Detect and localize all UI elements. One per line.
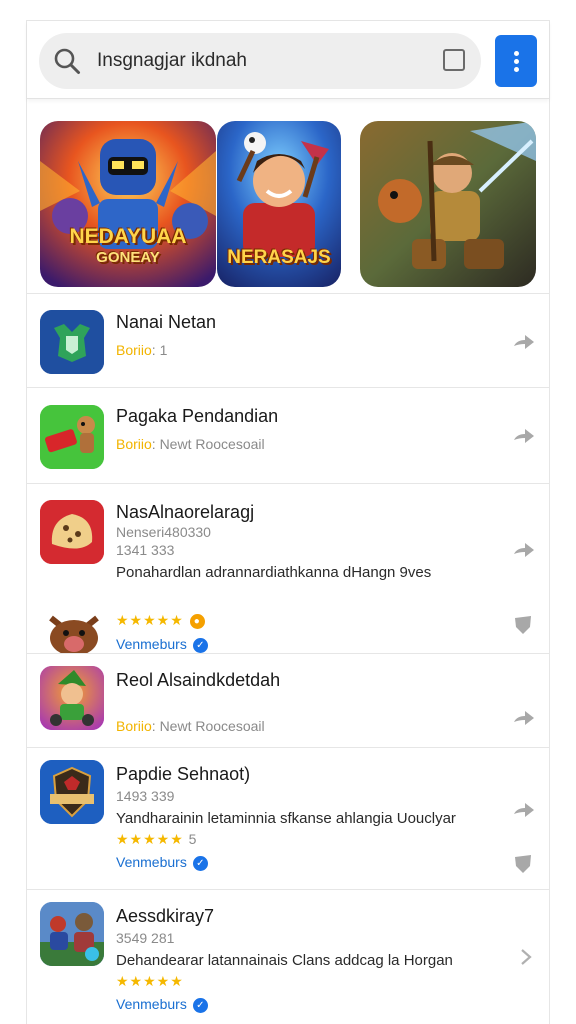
cookie-icon bbox=[40, 500, 104, 564]
app-meta: Boriio: Newt Roocesoail bbox=[116, 436, 265, 452]
stars: ★★★★★ bbox=[116, 973, 184, 989]
more-vert-icon[interactable] bbox=[495, 35, 537, 87]
verified-icon: ✓ bbox=[192, 855, 208, 871]
banner-game-2[interactable]: NERASAJS bbox=[217, 121, 341, 287]
top-bar: Insgnagjar ikdnah bbox=[27, 21, 549, 99]
app-icon[interactable] bbox=[40, 310, 104, 374]
boar-icon bbox=[45, 608, 103, 658]
search-query[interactable]: Insgnagjar ikdnah bbox=[97, 50, 247, 72]
share-arrow-icon[interactable] bbox=[513, 710, 535, 728]
app-description: Ponahardlan adrannardiathkanna dHangn 9v… bbox=[116, 564, 432, 581]
share-arrow-icon[interactable] bbox=[513, 802, 535, 820]
elf-character-icon bbox=[40, 666, 104, 730]
app-tag: Boriio bbox=[116, 718, 152, 734]
app-description: Yandharainin letaminnia sfkanse ahlangia… bbox=[116, 810, 456, 827]
app-store-screen: Insgnagjar ikdnah NEDAYUAA GONEAY NERASA… bbox=[26, 20, 550, 1024]
search-bar[interactable]: Insgnagjar ikdnah bbox=[39, 33, 481, 89]
developer[interactable]: Venmeburs ✓ bbox=[116, 854, 208, 871]
crest-icon bbox=[40, 760, 104, 824]
rating-stars: ★★★★★ 5 bbox=[116, 831, 197, 848]
stars: ★★★★★ bbox=[116, 831, 184, 847]
app-icon[interactable] bbox=[40, 666, 104, 730]
banner-subtitle: GONEAY bbox=[96, 249, 160, 266]
square-icon[interactable] bbox=[443, 49, 465, 71]
rating-value: 5 bbox=[188, 831, 198, 847]
app-tag: Boriio bbox=[116, 342, 152, 358]
banner-game-1[interactable]: NEDAYUAA GONEAY bbox=[40, 121, 216, 287]
app-name[interactable]: NasAlnaorelaragj bbox=[116, 502, 254, 523]
app-name[interactable]: Pagaka Pendandian bbox=[116, 406, 278, 427]
battle-heroes-icon bbox=[40, 902, 104, 966]
share-arrow-icon[interactable] bbox=[513, 428, 535, 446]
search-icon[interactable] bbox=[53, 47, 81, 75]
app-tag: Boriio bbox=[116, 436, 152, 452]
app-meta-line: 3549 281 bbox=[116, 930, 175, 946]
featured-banners: NEDAYUAA GONEAY NERASAJS bbox=[27, 121, 549, 289]
app-meta: Boriio: 1 bbox=[116, 342, 167, 358]
warrior-art bbox=[360, 121, 536, 287]
verified-icon: ✓ bbox=[192, 637, 208, 653]
stars: ★★★★★ bbox=[116, 612, 184, 628]
app-meta-line: 1341 333 bbox=[116, 542, 175, 558]
app-meta-text: : 1 bbox=[151, 342, 168, 358]
banner-title: NEDAYUAA bbox=[69, 225, 187, 248]
list-item[interactable]: Nanai Netan Boriio: 1 bbox=[27, 293, 549, 387]
share-arrow-icon[interactable] bbox=[513, 542, 535, 560]
share-arrow-icon[interactable] bbox=[513, 334, 535, 352]
badge-icon: ● bbox=[189, 613, 205, 629]
banner-game-3[interactable] bbox=[360, 121, 536, 287]
app-meta-line: 1493 339 bbox=[116, 788, 175, 804]
developer-name[interactable]: Venmeburs bbox=[116, 996, 187, 1012]
app-name[interactable]: Reol Alsaindkdetdah bbox=[116, 670, 280, 691]
developer-name[interactable]: Venmeburs bbox=[116, 636, 187, 652]
app-icon[interactable] bbox=[40, 405, 104, 469]
developer-name[interactable]: Venmeburs bbox=[116, 854, 187, 870]
list-item[interactable]: Reol Alsaindkdetdah Boriio: Newt Rooceso… bbox=[27, 653, 549, 747]
app-meta: Boriio: Newt Roocesoail bbox=[116, 718, 265, 734]
list-item[interactable]: NasAlnaorelaragj Nenseri480330 1341 333 … bbox=[27, 483, 549, 656]
app-name[interactable]: Papdie Sehnaot) bbox=[116, 764, 250, 785]
app-meta-line: Nenseri480330 bbox=[116, 524, 211, 540]
app-name[interactable]: Nanai Netan bbox=[116, 312, 216, 333]
app-icon[interactable] bbox=[40, 760, 104, 824]
cartoon-dog-icon bbox=[40, 405, 104, 469]
app-meta-text: : Newt Roocesoail bbox=[151, 718, 265, 734]
shield-icon[interactable] bbox=[514, 615, 532, 635]
shield-icon[interactable] bbox=[514, 854, 532, 874]
rating-stars: ★★★★★ ● bbox=[116, 612, 205, 629]
emblem-icon bbox=[40, 310, 104, 374]
list-item[interactable]: Pagaka Pendandian Boriio: Newt Roocesoai… bbox=[27, 387, 549, 483]
app-icon[interactable] bbox=[40, 500, 104, 564]
rating-stars: ★★★★★ bbox=[116, 973, 184, 990]
banner-title: NERASAJS bbox=[227, 247, 331, 268]
app-meta-text: : Newt Roocesoail bbox=[151, 436, 265, 452]
developer[interactable]: Venmeburs ✓ bbox=[116, 996, 208, 1013]
app-description: Dehandearar latannainais Clans addcag la… bbox=[116, 952, 453, 969]
chevron-right-icon[interactable] bbox=[519, 948, 533, 966]
list-item[interactable]: Aessdkiray7 3549 281 Dehandearar latanna… bbox=[27, 889, 549, 1024]
list-item[interactable]: Papdie Sehnaot) 1493 339 Yandharainin le… bbox=[27, 747, 549, 889]
app-icon[interactable] bbox=[40, 902, 104, 966]
app-name[interactable]: Aessdkiray7 bbox=[116, 906, 214, 927]
verified-icon: ✓ bbox=[192, 997, 208, 1013]
developer[interactable]: Venmeburs ✓ bbox=[116, 636, 208, 653]
